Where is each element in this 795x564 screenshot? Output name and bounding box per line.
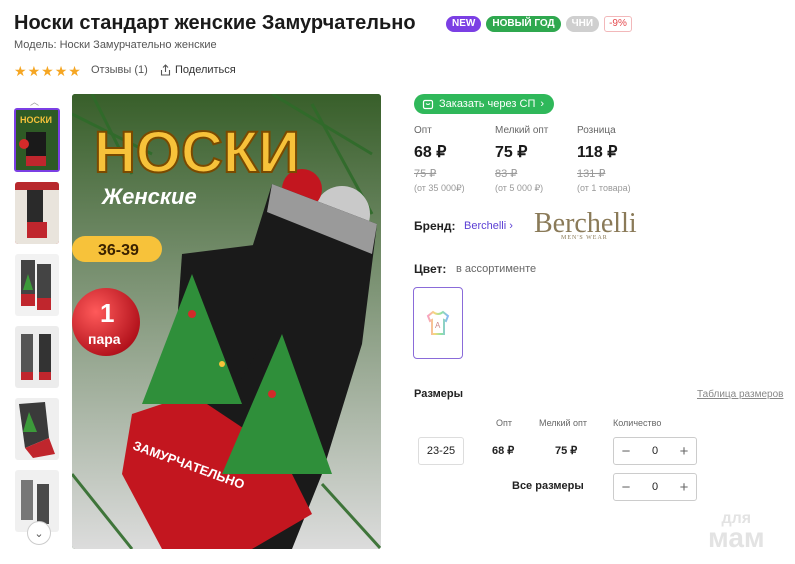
column-header-qty: Количество xyxy=(613,418,662,428)
image-size-tag: 36-39 xyxy=(98,242,139,259)
watermark-bottom: мам xyxy=(708,522,765,553)
price-old: 75 ₽ xyxy=(414,168,437,180)
plus-button[interactable]: + xyxy=(672,479,696,496)
star-icon: ★ xyxy=(27,63,41,79)
column-header-small-opt: Мелкий опт xyxy=(539,418,588,428)
brand-link[interactable]: Berchelli › xyxy=(464,220,513,232)
chevron-right-icon: › xyxy=(540,98,545,110)
star-icon: ★ xyxy=(14,63,27,79)
size-table-link[interactable]: Таблица размеров xyxy=(697,389,783,400)
price-note: (от 5 000 ₽) xyxy=(495,183,544,193)
column-header-opt: Опт xyxy=(496,418,512,428)
thumbnail-image xyxy=(15,254,59,316)
badge-new: NEW xyxy=(446,16,482,32)
quantity-value[interactable]: 0 xyxy=(652,445,658,457)
order-via-sp-button[interactable]: Заказать через СП › xyxy=(414,94,555,114)
image-pair-num: 1 xyxy=(100,298,114,328)
price-value: 75 ₽ xyxy=(495,144,528,161)
reviews-link[interactable]: Отзывы (1) xyxy=(91,64,148,76)
brand-logo-sub: MEN'S WEAR xyxy=(561,235,608,241)
image-subline: Женские xyxy=(101,184,197,209)
product-photo: НОСКИ Женские 36-39 1 пара ЗАМУРЧАТЕЛЬНО xyxy=(72,94,381,549)
price-retail: Розница 118 ₽ 131 ₽ (от 1 товара) xyxy=(577,125,657,193)
main-product-image[interactable]: НОСКИ Женские 36-39 1 пара ЗАМУРЧАТЕЛЬНО xyxy=(72,94,381,549)
price-small-wholesale: Мелкий опт 75 ₽ 83 ₽ (от 5 000 ₽) xyxy=(495,125,575,194)
price-label: Опт xyxy=(414,125,432,136)
thumbnail-image xyxy=(15,182,59,244)
image-pair-word: пара xyxy=(88,331,121,347)
product-title: Носки стандарт женские Замурчательно xyxy=(14,12,416,34)
thumbnail-3[interactable] xyxy=(15,254,59,316)
star-icon: ★ xyxy=(41,63,54,79)
share-label: Поделиться xyxy=(175,64,236,76)
cart-icon xyxy=(422,99,434,110)
price-value: 118 ₽ xyxy=(577,144,618,161)
tshirt-icon: A xyxy=(426,310,450,335)
thumbnail-5[interactable] xyxy=(15,398,59,460)
minus-button[interactable]: − xyxy=(614,479,638,496)
price-note: (от 35 000₽) xyxy=(414,183,465,193)
all-sizes-label: Все размеры xyxy=(512,480,584,492)
price-old: 83 ₽ xyxy=(495,168,518,180)
product-model: Модель: Носки Замурчательно женские xyxy=(14,39,217,51)
all-sizes-stepper: − 0 + xyxy=(613,473,697,501)
badge-group: NEW НОВЫЙ ГОД ЧНИ -9% xyxy=(446,16,632,32)
thumbnail-image xyxy=(15,398,59,460)
badge-discount: -9% xyxy=(604,16,632,32)
thumbnail-2[interactable] xyxy=(15,182,59,244)
minus-button[interactable]: − xyxy=(614,443,638,460)
thumbs-up-icon[interactable]: ︿ xyxy=(30,95,39,108)
brand-name: Berchelli xyxy=(464,220,507,232)
thumbs-down-button[interactable]: ⌄ xyxy=(27,521,51,545)
chevron-down-icon: ⌄ xyxy=(34,527,44,540)
price-label: Розница xyxy=(577,125,616,136)
watermark: для мам xyxy=(708,511,765,553)
color-label: Цвет: xyxy=(414,262,447,276)
size-price-small-opt: 75 ₽ xyxy=(555,445,578,457)
star-icon: ★ xyxy=(68,63,81,79)
price-wholesale: Опт 68 ₽ 75 ₽ (от 35 000₽) xyxy=(414,125,494,194)
price-note: (от 1 товара) xyxy=(577,183,631,193)
rating-stars: ★ ★ ★ ★ ★ xyxy=(14,64,81,78)
brand-label: Бренд: xyxy=(414,219,456,233)
size-price-opt: 68 ₽ xyxy=(492,445,515,457)
price-value: 68 ₽ xyxy=(414,144,447,161)
price-old: 131 ₽ xyxy=(577,168,606,180)
price-label: Мелкий опт xyxy=(495,125,549,136)
star-icon: ★ xyxy=(54,63,68,79)
chevron-right-icon: › xyxy=(509,220,513,232)
swatch-letter: A xyxy=(435,321,441,330)
sizes-label: Размеры xyxy=(414,388,464,400)
share-icon xyxy=(160,64,171,76)
order-via-sp-label: Заказать через СП xyxy=(439,98,536,110)
quantity-value[interactable]: 0 xyxy=(652,481,658,493)
thumbnail-image xyxy=(15,326,59,388)
quantity-stepper: − 0 + xyxy=(613,437,697,465)
thumbnail-4[interactable] xyxy=(15,326,59,388)
image-headline: НОСКИ xyxy=(94,120,300,185)
color-value: в ассортименте xyxy=(456,263,537,275)
thumbnail-1[interactable]: НОСКИ xyxy=(14,108,60,172)
size-chip[interactable]: 23-25 xyxy=(418,437,464,465)
color-swatch-assorted[interactable]: A xyxy=(413,287,463,359)
plus-button[interactable]: + xyxy=(672,443,696,460)
share-button[interactable]: Поделиться xyxy=(160,64,236,76)
thumbnail-image: НОСКИ xyxy=(16,110,58,170)
svg-text:НОСКИ: НОСКИ xyxy=(20,115,52,125)
badge-new-year: НОВЫЙ ГОД xyxy=(486,16,561,32)
badge-chni: ЧНИ xyxy=(565,16,600,32)
